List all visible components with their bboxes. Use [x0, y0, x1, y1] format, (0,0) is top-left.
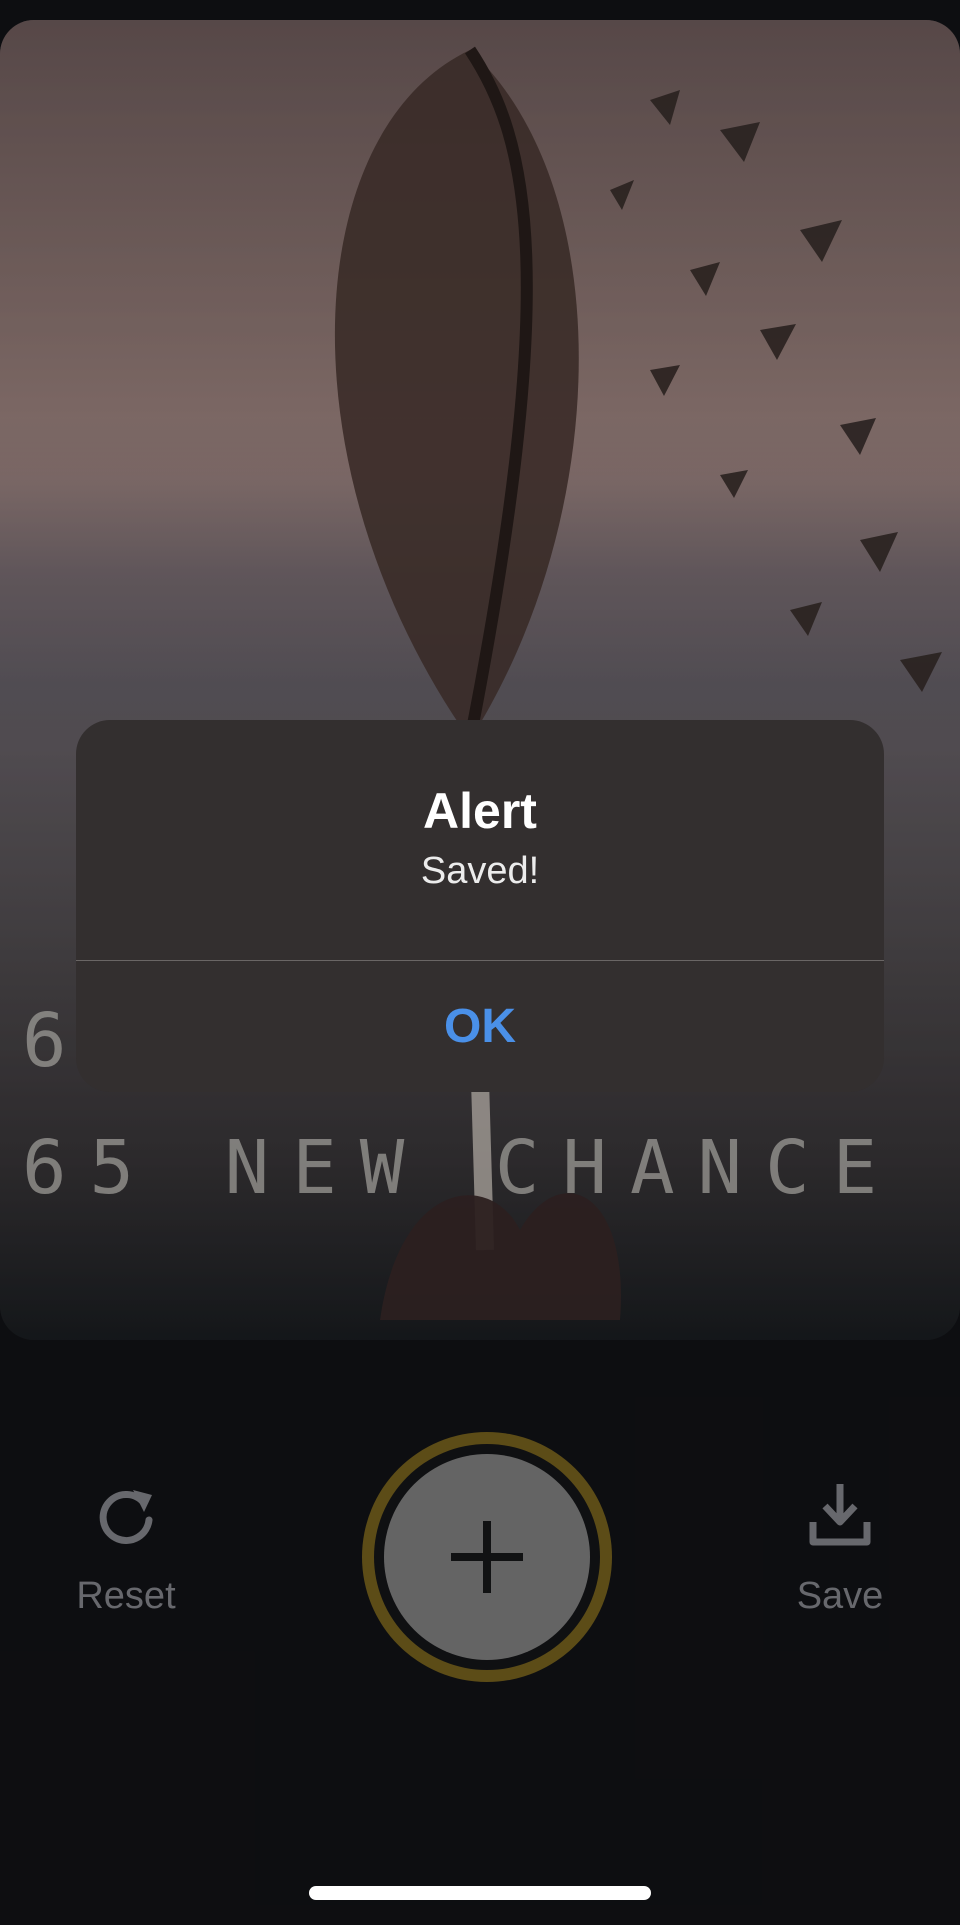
save-button[interactable]: Save	[750, 1480, 930, 1618]
alert-message: Saved!	[420, 850, 540, 892]
plus-icon	[451, 1521, 523, 1593]
home-indicator	[309, 1886, 651, 1900]
reset-button[interactable]: Reset	[36, 1480, 216, 1618]
download-icon	[750, 1480, 930, 1550]
refresh-icon	[36, 1480, 216, 1550]
photo-preview: 6 65 NEW CHANCE	[0, 20, 960, 1340]
add-button[interactable]	[362, 1432, 612, 1682]
alert-dialog: Alert Saved! OK	[76, 720, 884, 1092]
reset-label: Reset	[76, 1575, 176, 1617]
alert-title: Alert	[423, 783, 537, 839]
alert-ok-button[interactable]: OK	[76, 961, 884, 1092]
photo-caption-line-2: 65 NEW CHANCE	[22, 1125, 901, 1211]
save-label: Save	[796, 1575, 884, 1617]
